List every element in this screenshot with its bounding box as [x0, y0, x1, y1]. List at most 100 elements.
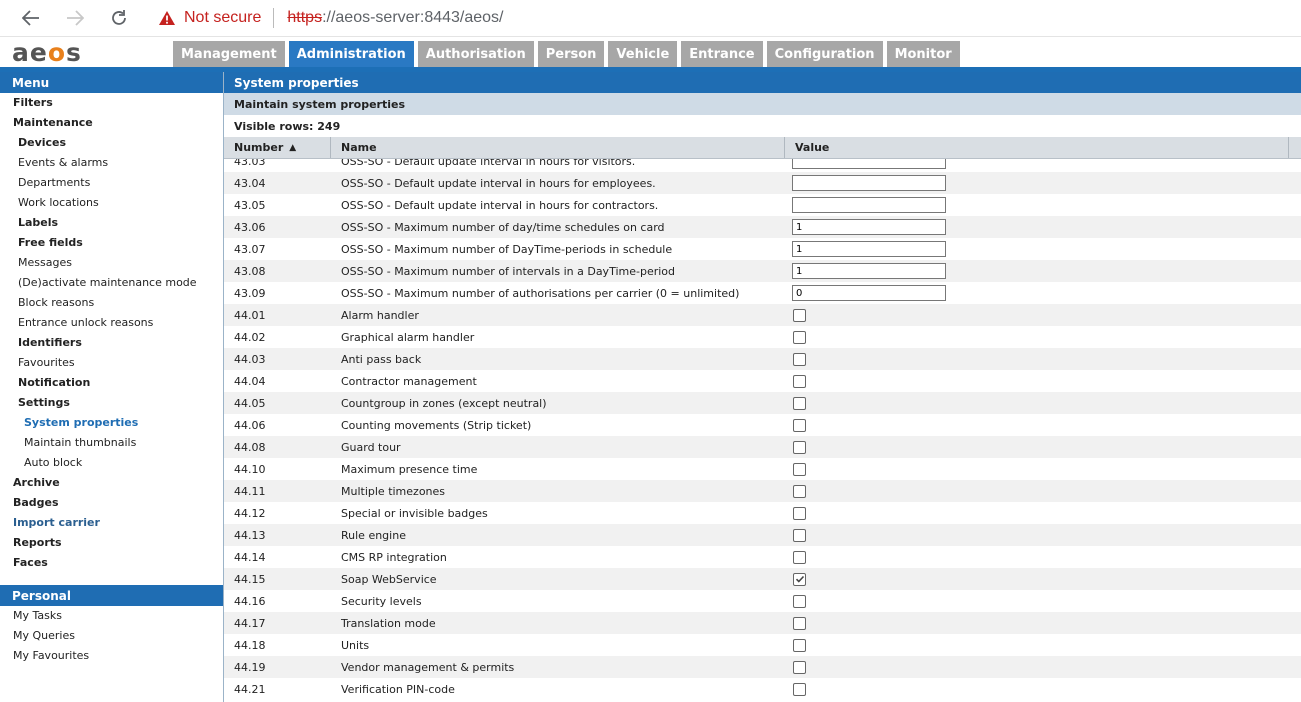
- sidebar-item-free-fields[interactable]: Free fields: [0, 233, 223, 253]
- tab-vehicle[interactable]: Vehicle: [608, 41, 678, 67]
- sidebar-item-departments[interactable]: Departments: [0, 173, 223, 193]
- property-name: Vendor management & permits: [341, 660, 515, 674]
- sidebar-item-settings[interactable]: Settings: [0, 393, 223, 413]
- checkbox[interactable]: [793, 352, 806, 366]
- sidebar-item-maintain-thumbnails[interactable]: Maintain thumbnails: [0, 433, 223, 453]
- checkbox[interactable]: [793, 462, 806, 476]
- sidebar-item-entrance-unlock-reasons[interactable]: Entrance unlock reasons: [0, 313, 223, 333]
- checkbox[interactable]: [793, 440, 806, 454]
- property-name: Maximum presence time: [341, 462, 478, 476]
- sidebar-item-work-locations[interactable]: Work locations: [0, 193, 223, 213]
- property-number: 44.13: [234, 528, 266, 542]
- forward-arrow-icon[interactable]: [62, 6, 88, 30]
- reload-icon[interactable]: [106, 6, 132, 30]
- sort-ascending-icon[interactable]: ▲: [289, 143, 296, 153]
- sidebar-item-events-alarms[interactable]: Events & alarms: [0, 153, 223, 173]
- table-row: 44.04 Contractor management: [224, 370, 1301, 392]
- checkbox[interactable]: [793, 374, 806, 388]
- property-value: [785, 462, 1289, 476]
- sidebar-item-faces[interactable]: Faces: [0, 553, 223, 573]
- property-value: [785, 550, 1289, 564]
- property-number: 44.03: [234, 352, 266, 366]
- sidebar-item-notification[interactable]: Notification: [0, 373, 223, 393]
- tab-person[interactable]: Person: [537, 41, 605, 67]
- security-status[interactable]: Not secure: [184, 9, 261, 27]
- value-input[interactable]: [792, 285, 946, 301]
- sidebar-item-archive[interactable]: Archive: [0, 473, 223, 493]
- property-value: [785, 308, 1289, 322]
- checkbox[interactable]: [793, 682, 806, 696]
- property-name: Graphical alarm handler: [341, 330, 475, 344]
- personal-item-my-favourites[interactable]: My Favourites: [0, 646, 223, 666]
- personal-item-my-queries[interactable]: My Queries: [0, 626, 223, 646]
- tab-monitor[interactable]: Monitor: [886, 41, 960, 67]
- table-row: 44.08 Guard tour: [224, 436, 1301, 458]
- checkbox[interactable]: [793, 638, 806, 652]
- sidebar-item-labels[interactable]: Labels: [0, 213, 223, 233]
- table-row: 44.05 Countgroup in zones (except neutral…: [224, 392, 1301, 414]
- property-number: 44.11: [234, 484, 266, 498]
- property-name: Verification PIN-code: [341, 682, 455, 696]
- back-arrow-icon[interactable]: [18, 6, 44, 30]
- property-number: 44.21: [234, 682, 266, 696]
- checkbox[interactable]: [793, 330, 806, 344]
- checkbox[interactable]: [793, 550, 806, 564]
- sidebar: Menu Filters Maintenance Devices Events & a…: [0, 72, 224, 702]
- sidebar-item-maintenance[interactable]: Maintenance: [0, 113, 223, 133]
- table-row: 44.01 Alarm handler: [224, 304, 1301, 326]
- sidebar-item-messages[interactable]: Messages: [0, 253, 223, 273]
- sidebar-item-identifiers[interactable]: Identifiers: [0, 333, 223, 353]
- table-row: 44.03 Anti pass back: [224, 348, 1301, 370]
- checkbox[interactable]: [793, 528, 806, 542]
- property-name: OSS-SO - Maximum number of day/time sche…: [341, 220, 665, 234]
- property-name: Soap WebService: [341, 572, 437, 586]
- checkbox[interactable]: [793, 506, 806, 520]
- property-name: OSS-SO - Default update interval in hour…: [341, 176, 656, 190]
- sidebar-item-favourites[interactable]: Favourites: [0, 353, 223, 373]
- checkbox[interactable]: [793, 484, 806, 498]
- property-name: Guard tour: [341, 440, 401, 454]
- property-number: 43.05: [234, 198, 266, 212]
- checkbox[interactable]: [793, 418, 806, 432]
- sidebar-item-devices[interactable]: Devices: [0, 133, 223, 153]
- personal-item-my-tasks[interactable]: My Tasks: [0, 606, 223, 626]
- property-value: [785, 241, 1289, 257]
- sidebar-item-block-reasons[interactable]: Block reasons: [0, 293, 223, 313]
- property-name: Contractor management: [341, 374, 477, 388]
- checkbox[interactable]: [793, 616, 806, 630]
- sidebar-item-system-properties[interactable]: System properties: [0, 413, 223, 433]
- sidebar-item-reports[interactable]: Reports: [0, 533, 223, 553]
- property-value: [785, 219, 1289, 235]
- sidebar-item-de-activate-maintenance-mode[interactable]: (De)activate maintenance mode: [0, 273, 223, 293]
- property-number: 44.15: [234, 572, 266, 586]
- property-number: 43.08: [234, 264, 266, 278]
- column-header-value[interactable]: Value: [785, 137, 1289, 158]
- tab-authorisation[interactable]: Authorisation: [417, 41, 534, 67]
- menu-header: Menu: [0, 72, 223, 93]
- tab-management[interactable]: Management: [173, 41, 285, 67]
- tab-administration[interactable]: Administration: [288, 41, 414, 67]
- property-number: 43.09: [234, 286, 266, 300]
- sidebar-item-auto-block[interactable]: Auto block: [0, 453, 223, 473]
- tab-configuration[interactable]: Configuration: [766, 41, 883, 67]
- sidebar-item-badges[interactable]: Badges: [0, 493, 223, 513]
- checkbox[interactable]: [793, 660, 806, 674]
- checkbox-checked[interactable]: [793, 572, 806, 586]
- tab-entrance[interactable]: Entrance: [681, 41, 763, 67]
- value-input[interactable]: [792, 263, 946, 279]
- column-header-number[interactable]: Number ▲: [224, 137, 331, 158]
- checkbox[interactable]: [793, 396, 806, 410]
- aeos-logo: aeos: [12, 38, 82, 67]
- checkbox[interactable]: [793, 594, 806, 608]
- sidebar-item-import-carrier[interactable]: Import carrier: [0, 513, 223, 533]
- property-name: Rule engine: [341, 528, 406, 542]
- value-input[interactable]: [792, 175, 946, 191]
- sidebar-item-filters[interactable]: Filters: [0, 93, 223, 113]
- value-input[interactable]: [792, 219, 946, 235]
- value-input[interactable]: [792, 241, 946, 257]
- browser-toolbar: Not secure https://aeos-server:8443/aeos…: [0, 0, 1301, 37]
- column-header-name[interactable]: Name: [331, 137, 785, 158]
- value-input[interactable]: [792, 197, 946, 213]
- address-bar[interactable]: Not secure https://aeos-server:8443/aeos…: [150, 2, 1301, 34]
- checkbox[interactable]: [793, 308, 806, 322]
